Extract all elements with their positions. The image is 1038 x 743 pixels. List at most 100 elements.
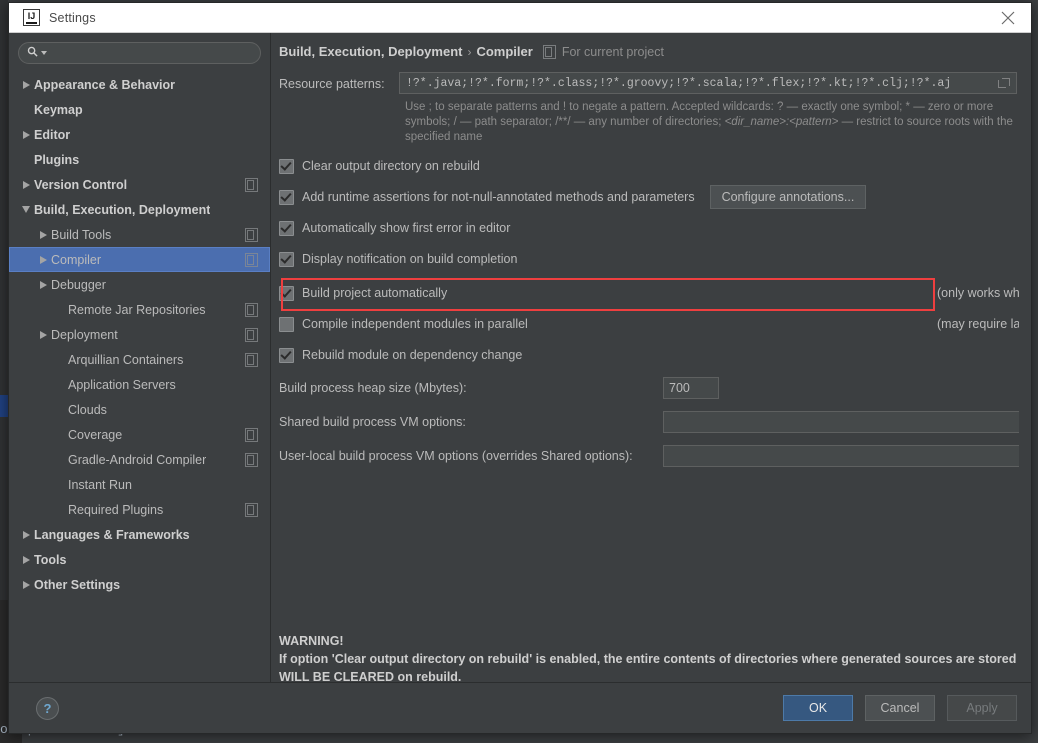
chevron-down-icon[interactable] bbox=[41, 51, 47, 55]
sidebar-item-application-servers[interactable]: Application Servers bbox=[9, 372, 270, 397]
chevron-right-icon[interactable] bbox=[18, 522, 34, 547]
chevron-right-icon[interactable] bbox=[35, 322, 51, 347]
close-icon[interactable] bbox=[985, 3, 1031, 32]
field-input[interactable]: 700 bbox=[663, 377, 719, 399]
sidebar-item-label: Tools bbox=[34, 552, 67, 567]
project-scope-icon bbox=[245, 177, 258, 192]
sidebar-item-languages-frameworks[interactable]: Languages & Frameworks bbox=[9, 522, 270, 547]
chevron-right-icon[interactable] bbox=[18, 172, 34, 197]
option-label[interactable]: Add runtime assertions for not-null-anno… bbox=[302, 190, 695, 204]
breadcrumb-parent[interactable]: Build, Execution, Deployment bbox=[279, 44, 462, 59]
sidebar-item-label: Arquillian Containers bbox=[68, 352, 184, 367]
checkbox-display-notification-on-build-completion[interactable] bbox=[279, 251, 294, 267]
sidebar-item-label: Clouds bbox=[68, 402, 107, 417]
sidebar-item-other-settings[interactable]: Other Settings bbox=[9, 572, 270, 597]
sidebar-item-gradle-android-compiler[interactable]: Gradle-Android Compiler bbox=[9, 447, 270, 472]
sidebar-item-build-tools[interactable]: Build Tools bbox=[9, 222, 270, 247]
sidebar-item-label: Gradle-Android Compiler bbox=[68, 452, 207, 467]
configure-annotations-button[interactable]: Configure annotations... bbox=[709, 185, 867, 209]
sidebar-item-label: Coverage bbox=[68, 427, 123, 442]
sidebar-item-label: Build, Execution, Deployment bbox=[34, 202, 211, 217]
option-hint: (only works while not running / debuggin… bbox=[937, 286, 1031, 300]
sidebar-item-debugger[interactable]: Debugger bbox=[9, 272, 270, 297]
checkbox-rebuild-module-on-dependency-change[interactable] bbox=[279, 347, 294, 363]
sidebar-item-label: Plugins bbox=[34, 152, 80, 167]
cancel-button[interactable]: Cancel bbox=[865, 695, 935, 721]
chevron-down-icon[interactable] bbox=[18, 197, 34, 222]
field-input[interactable] bbox=[663, 411, 1027, 433]
settings-dialog: Settings Appearance & Behavior Keymap Edit… bbox=[8, 2, 1032, 734]
option-label[interactable]: Compile independent modules in parallel bbox=[302, 317, 528, 331]
project-scope-icon bbox=[245, 227, 258, 242]
sidebar-item-appearance-behavior[interactable]: Appearance & Behavior bbox=[9, 72, 270, 97]
option-label[interactable]: Clear output directory on rebuild bbox=[302, 159, 480, 173]
option-label[interactable]: Build project automatically bbox=[302, 286, 447, 300]
chevron-right-icon[interactable] bbox=[18, 122, 34, 147]
project-scope-icon bbox=[245, 502, 258, 517]
sidebar-item-label: Keymap bbox=[34, 102, 83, 117]
sidebar-item-remote-jar-repositories[interactable]: Remote Jar Repositories bbox=[9, 297, 270, 322]
option-label[interactable]: Automatically show first error in editor bbox=[302, 221, 510, 235]
sidebar-item-tools[interactable]: Tools bbox=[9, 547, 270, 572]
field-input[interactable] bbox=[663, 445, 1027, 467]
settings-tree[interactable]: Appearance & Behavior Keymap Editor Plugins… bbox=[9, 68, 270, 682]
project-scope-icon bbox=[245, 352, 258, 367]
apply-button[interactable]: Apply bbox=[947, 695, 1017, 721]
compiler-fields-list: Build process heap size (Mbytes): 700 Shar… bbox=[279, 377, 1027, 467]
project-scope-icon bbox=[245, 327, 258, 342]
content-scrollbar-track[interactable] bbox=[1019, 33, 1031, 682]
ok-button[interactable]: OK bbox=[783, 695, 853, 721]
sidebar-item-instant-run[interactable]: Instant Run bbox=[9, 472, 270, 497]
resource-patterns-label: Resource patterns: bbox=[279, 77, 385, 91]
option-label[interactable]: Display notification on build completion bbox=[302, 252, 517, 266]
resource-patterns-row: Resource patterns: !?*.java;!?*.form;!?*… bbox=[279, 72, 1017, 94]
help-text-italic: <dir_name>:<pattern> bbox=[724, 116, 839, 128]
sidebar-item-label: Required Plugins bbox=[68, 502, 164, 517]
dialog-footer: ? OK Cancel Apply bbox=[9, 682, 1031, 733]
help-button[interactable]: ? bbox=[36, 696, 59, 720]
sidebar-item-clouds[interactable]: Clouds bbox=[9, 397, 270, 422]
chevron-right-icon[interactable] bbox=[35, 272, 51, 297]
checkbox-clear-output-directory-on-rebuild[interactable] bbox=[279, 158, 294, 174]
search-input[interactable] bbox=[51, 46, 252, 60]
breadcrumb: Build, Execution, Deployment › Compiler … bbox=[279, 44, 1017, 59]
option-row: Compile independent modules in parallel (… bbox=[279, 314, 1031, 334]
sidebar-item-build-execution-deployment[interactable]: Build, Execution, Deployment bbox=[9, 197, 270, 222]
chevron-right-icon[interactable] bbox=[35, 247, 51, 272]
chevron-right-icon[interactable] bbox=[18, 547, 34, 572]
project-scope-label: For current project bbox=[561, 44, 664, 59]
chevron-right-icon[interactable] bbox=[35, 222, 51, 247]
sidebar-item-plugins[interactable]: Plugins bbox=[9, 147, 270, 172]
chevron-right-icon[interactable] bbox=[18, 72, 34, 97]
search-box[interactable] bbox=[18, 42, 261, 64]
checkbox-add-runtime-assertions-for-not-null-annotated-methods-and-parameters[interactable] bbox=[279, 189, 294, 205]
option-label[interactable]: Rebuild module on dependency change bbox=[302, 348, 522, 362]
sidebar-item-coverage[interactable]: Coverage bbox=[9, 422, 270, 447]
resource-patterns-field[interactable]: !?*.java;!?*.form;!?*.class;!?*.groovy;!… bbox=[399, 72, 1017, 94]
sidebar-item-arquillian-containers[interactable]: Arquillian Containers bbox=[9, 347, 270, 372]
checkbox-automatically-show-first-error-in-editor[interactable] bbox=[279, 220, 294, 236]
sidebar-item-required-plugins[interactable]: Required Plugins bbox=[9, 497, 270, 522]
sidebar-item-editor[interactable]: Editor bbox=[9, 122, 270, 147]
sidebar-item-version-control[interactable]: Version Control bbox=[9, 172, 270, 197]
settings-content-panel: Build, Execution, Deployment › Compiler … bbox=[271, 33, 1031, 682]
sidebar-item-label: Instant Run bbox=[68, 477, 132, 492]
sidebar-item-keymap[interactable]: Keymap bbox=[9, 97, 270, 122]
checkbox-compile-independent-modules-in-parallel[interactable] bbox=[279, 316, 294, 332]
sidebar-item-deployment[interactable]: Deployment bbox=[9, 322, 270, 347]
dialog-body: Appearance & Behavior Keymap Editor Plugins… bbox=[9, 33, 1031, 682]
chevron-right-icon[interactable] bbox=[18, 572, 34, 597]
option-row: Display notification on build completion bbox=[279, 249, 1017, 269]
field-label: Build process heap size (Mbytes): bbox=[279, 381, 467, 395]
breadcrumb-separator: › bbox=[467, 44, 472, 59]
checkbox-build-project-automatically[interactable] bbox=[279, 285, 294, 301]
sidebar-item-compiler[interactable]: Compiler bbox=[9, 247, 270, 272]
sidebar-item-label: Build Tools bbox=[51, 227, 112, 242]
expand-icon[interactable] bbox=[998, 77, 1010, 89]
